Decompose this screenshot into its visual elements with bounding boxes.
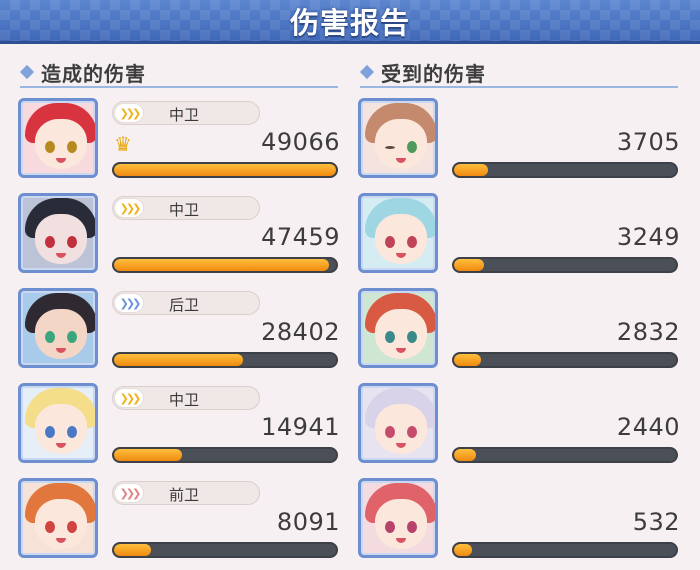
character-avatar[interactable] [18,288,98,368]
taken-row: 3705 [358,98,688,193]
role-label: 中卫 [169,106,200,124]
damage-bar-fill [454,354,481,366]
dealt-row: ❯❯❯ 前卫 8091 [18,478,348,570]
chevron-blue-icon: ❯❯❯ [114,293,144,313]
damage-bar-fill [114,449,182,461]
dealt-row: ❯❯❯ 中卫 14941 [18,383,348,478]
section-damage-taken: 受到的伤害 [359,58,678,88]
role-badge: ❯❯❯ 中卫 [112,196,260,220]
character-avatar[interactable] [18,478,98,558]
diamond-icon [359,64,375,80]
damage-bar-fill [454,164,489,176]
character-avatar[interactable] [358,383,438,463]
damage-value: 49066 [261,128,340,156]
chevron-gold-icon: ❯❯❯ [114,198,144,218]
damage-bar [452,447,678,463]
damage-taken-list: 3705 3249 2832 2440 532 [358,98,688,570]
chevron-gold-icon: ❯❯❯ [114,103,144,123]
damage-dealt-list: ❯❯❯ 中卫 ♛ 49066 ❯❯❯ 中卫 47459 ❯❯❯ 后卫 28402… [18,98,348,570]
role-label: 后卫 [169,296,200,314]
damage-bar-fill [114,354,243,366]
taken-row: 3249 [358,193,688,288]
section-label-taken: 受到的伤害 [381,61,486,86]
character-avatar[interactable] [18,383,98,463]
page-title: 伤害报告 [289,5,410,40]
role-label: 中卫 [169,391,200,409]
character-avatar[interactable] [18,193,98,273]
dealt-row: ❯❯❯ 中卫 ♛ 49066 [18,98,348,193]
damage-bar [452,162,678,178]
role-label: 中卫 [169,201,200,219]
damage-bar [452,257,678,273]
character-avatar[interactable] [358,98,438,178]
damage-value: 14941 [261,413,340,441]
dealt-row: ❯❯❯ 中卫 47459 [18,193,348,288]
damage-bar-fill [114,164,336,176]
damage-bar-fill [454,449,477,461]
damage-value: 532 [632,508,680,536]
role-badge: ❯❯❯ 中卫 [112,101,260,125]
dealt-row: ❯❯❯ 后卫 28402 [18,288,348,383]
damage-bar-fill [114,544,151,556]
damage-bar-fill [454,259,484,271]
damage-value: 2440 [616,413,680,441]
taken-row: 2832 [358,288,688,383]
damage-value: 28402 [261,318,340,346]
chevron-red-icon: ❯❯❯ [114,483,144,503]
role-badge: ❯❯❯ 前卫 [112,481,260,505]
damage-bar-fill [114,259,329,271]
crown-icon: ♛ [114,132,132,156]
character-avatar[interactable] [358,193,438,273]
damage-value: 3705 [616,128,680,156]
chevron-gold-icon: ❯❯❯ [114,388,144,408]
damage-value: 2832 [616,318,680,346]
role-badge: ❯❯❯ 中卫 [112,386,260,410]
taken-row: 2440 [358,383,688,478]
header-bar: 伤害报告 [0,0,700,44]
damage-bar [112,352,338,368]
section-label-dealt: 造成的伤害 [41,61,146,86]
damage-bar [112,447,338,463]
damage-bar-fill [454,544,472,556]
diamond-icon [19,64,35,80]
damage-bar [452,352,678,368]
character-avatar[interactable] [18,98,98,178]
taken-row: 532 [358,478,688,570]
damage-value: 3249 [616,223,680,251]
damage-bar [112,257,338,273]
damage-bar [112,162,338,178]
damage-bar [452,542,678,558]
character-avatar[interactable] [358,478,438,558]
damage-value: 8091 [276,508,340,536]
character-avatar[interactable] [358,288,438,368]
role-badge: ❯❯❯ 后卫 [112,291,260,315]
section-damage-dealt: 造成的伤害 [19,58,338,88]
role-label: 前卫 [169,486,200,504]
damage-bar [112,542,338,558]
damage-value: 47459 [261,223,340,251]
